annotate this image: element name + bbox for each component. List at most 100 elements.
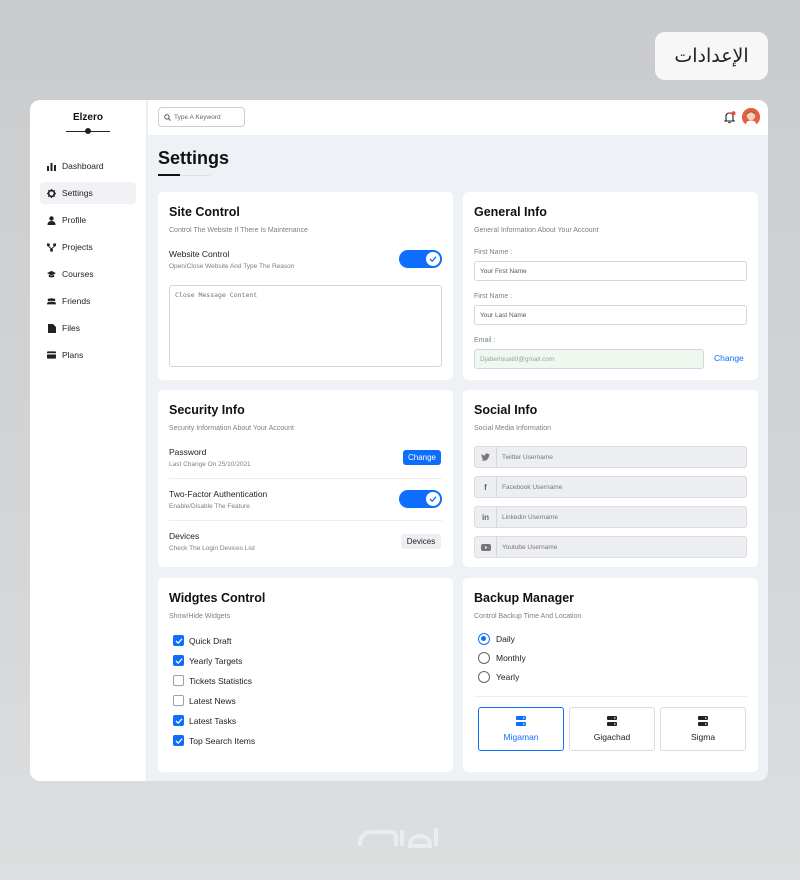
security-info-card: Security Info Security Information About…: [158, 390, 453, 567]
sidebar-item-settings[interactable]: Settings: [40, 182, 136, 204]
website-control-subtitle: Open/Close Website And Type The Reason: [169, 263, 295, 270]
topbar: [148, 100, 768, 135]
two-factor-subtitle: Enable/Disable The Feature: [169, 503, 250, 510]
check-icon: [426, 252, 440, 266]
devices-button[interactable]: Devices: [401, 534, 441, 549]
radio-unselected[interactable]: [478, 652, 490, 664]
website-control-toggle[interactable]: [399, 250, 442, 268]
change-email-link[interactable]: Change: [714, 353, 744, 363]
users-icon: [47, 297, 56, 306]
sidebar-item-plans[interactable]: Plans: [40, 344, 136, 366]
settings-window: Elzero Dashboard Settings Profile Projec…: [30, 100, 768, 781]
widget-checkbox-item[interactable]: Top Search Items: [173, 735, 255, 746]
backup-radio-yearly[interactable]: Yearly: [478, 671, 519, 683]
change-password-button[interactable]: Change: [403, 450, 441, 465]
file-icon: [47, 323, 56, 333]
watermark-logo: [350, 818, 450, 858]
last-name-label: First Name :: [474, 293, 513, 300]
password-title: Password: [169, 447, 207, 457]
checkbox-checked[interactable]: [173, 715, 184, 726]
widget-label: Quick Draft: [189, 635, 232, 646]
server-option-migaman[interactable]: Migaman: [478, 707, 564, 751]
server-icon: [607, 716, 617, 726]
two-factor-toggle[interactable]: [399, 490, 442, 508]
brand-underline: [66, 126, 110, 136]
linkedin-username-placeholder: Linkedin Username: [502, 513, 559, 521]
facebook-username-placeholder: Facebook Username: [502, 483, 563, 491]
sidebar-item-label: Courses: [62, 269, 94, 279]
widget-label: Latest Tasks: [189, 715, 237, 726]
user-icon: [47, 215, 56, 225]
checkbox-unchecked[interactable]: [173, 695, 184, 706]
facebook-icon: f: [475, 477, 497, 497]
twitter-icon: [475, 447, 497, 467]
youtube-field[interactable]: Youtube Username: [474, 536, 747, 558]
server-label: Migaman: [503, 732, 539, 742]
checkbox-unchecked[interactable]: [173, 675, 184, 686]
widget-label: Tickets Statistics: [189, 675, 252, 686]
linkedin-field[interactable]: in Linkedin Username: [474, 506, 747, 528]
diagram-icon: [47, 242, 56, 252]
search-icon: [164, 108, 171, 126]
card-subtitle: Security Information About Your Account: [169, 425, 294, 432]
divider: [474, 696, 747, 697]
widget-checkbox-item[interactable]: Latest News: [173, 695, 236, 706]
sidebar-item-files[interactable]: Files: [40, 317, 136, 339]
card-subtitle: Social Media Information: [474, 425, 552, 432]
widget-label: Latest News: [189, 695, 236, 706]
server-label: Sigma: [690, 732, 716, 742]
sidebar-item-profile[interactable]: Profile: [40, 209, 136, 231]
radio-label: Daily: [496, 634, 515, 644]
general-info-card: General Info General Information About Y…: [463, 192, 758, 380]
check-icon: [175, 657, 182, 664]
radio-selected[interactable]: [478, 633, 490, 645]
page-tag-badge: الإعدادات: [655, 32, 768, 80]
youtube-username-placeholder: Youtube Username: [502, 543, 558, 551]
widget-checkbox-item[interactable]: Latest Tasks: [173, 715, 236, 726]
sidebar-item-label: Projects: [62, 242, 93, 252]
twitter-field[interactable]: Twitter Username: [474, 446, 747, 468]
email-label: Email :: [474, 337, 496, 344]
widget-checkbox-item[interactable]: Quick Draft: [173, 635, 232, 646]
devices-subtitle: Check The Login Devices List: [169, 545, 255, 552]
divider: [169, 520, 442, 521]
card-title: Security Info: [169, 403, 245, 417]
social-info-card: Social Info Social Media Information Twi…: [463, 390, 758, 567]
sidebar-item-label: Settings: [62, 188, 93, 198]
first-name-field[interactable]: [474, 261, 747, 281]
bell-icon[interactable]: [723, 111, 736, 124]
brand-logo: Elzero: [72, 112, 103, 123]
email-field: [474, 349, 704, 369]
card-subtitle: General Information About Your Account: [474, 227, 599, 234]
close-message-textarea[interactable]: [169, 285, 442, 367]
sidebar-item-label: Dashboard: [62, 161, 104, 171]
sidebar-item-courses[interactable]: Courses: [40, 263, 136, 285]
card-title: Site Control: [169, 205, 240, 219]
sidebar-item-label: Files: [62, 323, 80, 333]
card-title: Widgtes Control: [169, 591, 266, 605]
server-icon: [698, 716, 708, 726]
title-underline-track: [180, 175, 210, 176]
backup-radio-daily[interactable]: Daily: [478, 633, 515, 645]
checkbox-checked[interactable]: [173, 655, 184, 666]
avatar[interactable]: [742, 108, 760, 126]
backup-radio-monthly[interactable]: Monthly: [478, 652, 526, 664]
server-option-gigachad[interactable]: Gigachad: [569, 707, 655, 751]
graduation-cap-icon: [47, 270, 56, 279]
checkbox-checked[interactable]: [173, 635, 184, 646]
last-name-field[interactable]: [474, 305, 747, 325]
facebook-field[interactable]: f Facebook Username: [474, 476, 747, 498]
search-box[interactable]: [158, 107, 245, 127]
password-subtitle: Last Change On 25/10/2021: [169, 461, 251, 468]
search-input[interactable]: [174, 113, 242, 121]
checkbox-checked[interactable]: [173, 735, 184, 746]
sidebar-item-friends[interactable]: Friends: [40, 290, 136, 312]
card-title: Social Info: [474, 403, 538, 417]
sidebar-item-dashboard[interactable]: Dashboard: [40, 155, 136, 177]
widget-checkbox-item[interactable]: Tickets Statistics: [173, 675, 252, 686]
widget-checkbox-item[interactable]: Yearly Targets: [173, 655, 242, 666]
sidebar-item-projects[interactable]: Projects: [40, 236, 136, 258]
first-name-label: First Name :: [474, 249, 513, 256]
radio-unselected[interactable]: [478, 671, 490, 683]
server-option-sigma[interactable]: Sigma: [660, 707, 746, 751]
